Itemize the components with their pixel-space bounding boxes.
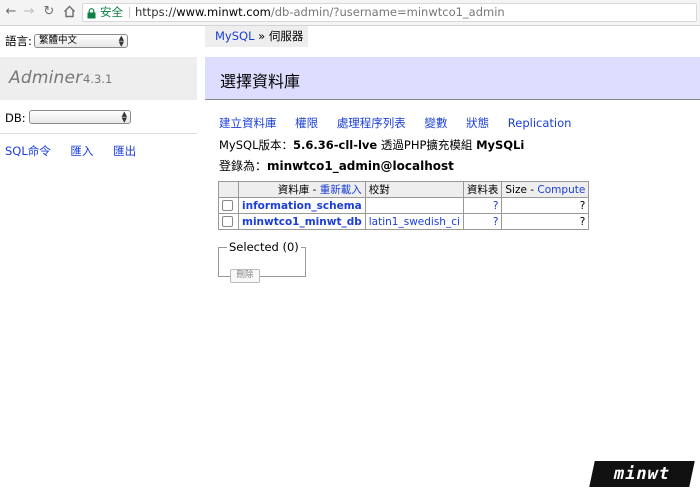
table-row: minwtco1_minwt_db latin1_swedish_ci ? ?	[218, 213, 590, 230]
login-value: minwtco1_admin@localhost	[267, 159, 454, 173]
divider	[0, 133, 197, 134]
language-select[interactable]: 繁體中文 ▲ ▼	[34, 34, 128, 48]
table-row: information_schema ? ?	[218, 197, 590, 214]
col-database-label: 資料庫	[277, 184, 310, 196]
status-link[interactable]: 狀態	[466, 116, 489, 130]
secure-label: 安全	[100, 5, 123, 19]
select-all-cell	[218, 181, 239, 198]
refresh-link[interactable]: 重新載入	[320, 184, 362, 196]
forward-icon[interactable]: →	[21, 4, 37, 20]
app-logo[interactable]: Adminer	[9, 68, 82, 88]
database-name: information_schema	[238, 197, 366, 214]
reload-icon[interactable]: ↻	[41, 4, 57, 20]
breadcrumb: MySQL » 伺服器	[205, 26, 308, 47]
database-link[interactable]: information_schema	[242, 200, 362, 212]
home-icon[interactable]	[61, 4, 77, 20]
breadcrumb-current: 伺服器	[268, 29, 304, 43]
privileges-link[interactable]: 權限	[295, 116, 318, 130]
row-checkbox[interactable]	[222, 200, 233, 211]
language-label: 語言:	[5, 34, 32, 48]
version-label: MySQL版本：	[219, 138, 293, 152]
breadcrumb-separator: »	[254, 29, 269, 43]
export-link[interactable]: 匯出	[113, 144, 136, 158]
extension-value: MySQLi	[476, 138, 525, 152]
tables-count-link[interactable]: ?	[493, 200, 499, 212]
col-size-label: Size	[505, 183, 527, 196]
import-link[interactable]: 匯入	[70, 144, 93, 158]
browser-toolbar: ← → ↻ 安全 https://www.minwt.com/db-admin/…	[0, 0, 700, 26]
page-heading: 選擇資料庫	[205, 57, 700, 100]
row-checkbox-cell	[218, 197, 239, 214]
database-table: 資料庫 - 重新載入 校對 資料表 Size - Compute informa…	[218, 181, 590, 230]
version-value: 5.6.36-cll-lve	[293, 138, 378, 152]
back-icon[interactable]: ←	[3, 4, 19, 20]
variables-link[interactable]: 變數	[424, 116, 447, 130]
watermark-logo: minwt	[589, 461, 695, 487]
login-line: 登錄為：minwtco1_admin@localhost	[219, 157, 454, 174]
breadcrumb-mysql-link[interactable]: MySQL	[215, 29, 255, 43]
address-bar[interactable]: 安全 https://www.minwt.com/db-admin/?usern…	[82, 3, 697, 22]
row-checkbox-cell	[218, 213, 239, 230]
tables-cell: ?	[462, 213, 503, 230]
col-collation: 校對	[364, 181, 464, 198]
size-cell: ?	[501, 197, 590, 214]
divider	[129, 7, 130, 18]
url-text[interactable]: https://www.minwt.com/db-admin/?username…	[135, 4, 505, 21]
selected-legend: Selected (0)	[229, 240, 299, 254]
url-path: /db-admin/?username=minwtco1_admin	[270, 5, 505, 19]
sidebar-links: SQL命令 匯入 匯出	[5, 143, 152, 159]
col-tables: 資料表	[462, 181, 503, 198]
login-label: 登錄為：	[219, 159, 268, 173]
via-label: 透過PHP擴充模組	[377, 138, 477, 152]
process-list-link[interactable]: 處理程序列表	[337, 116, 406, 130]
size-cell: ?	[501, 213, 590, 230]
compute-link[interactable]: Compute	[537, 184, 585, 196]
tables-cell: ?	[462, 197, 503, 214]
language-select-value: 繁體中文	[39, 35, 78, 46]
mysql-version-line: MySQL版本：5.6.36-cll-lve 透過PHP擴充模組 MySQLi	[219, 137, 524, 153]
create-database-link[interactable]: 建立資料庫	[219, 116, 277, 130]
collation-cell: latin1_swedish_ci	[364, 213, 464, 230]
tables-count-link[interactable]: ?	[493, 216, 499, 228]
col-size: Size - Compute	[501, 181, 590, 198]
select-arrows-icon: ▲ ▼	[121, 110, 127, 124]
table-header-row: 資料庫 - 重新載入 校對 資料表 Size - Compute	[218, 181, 590, 198]
db-label: DB:	[5, 111, 26, 125]
selected-fieldset: Selected (0) 刪除	[218, 240, 306, 283]
sql-command-link[interactable]: SQL命令	[5, 144, 51, 158]
row-checkbox[interactable]	[222, 216, 233, 227]
delete-button[interactable]: 刪除	[230, 269, 260, 283]
collation-cell	[364, 197, 464, 214]
select-arrows-icon: ▲ ▼	[118, 34, 124, 48]
collation-link[interactable]: latin1_swedish_ci	[369, 216, 460, 228]
server-links: 建立資料庫 權限 處理程序列表 變數 狀態 Replication	[219, 115, 586, 131]
database-name: minwtco1_minwt_db	[238, 213, 366, 230]
col-database: 資料庫 - 重新載入	[238, 181, 366, 198]
col-dash: -	[309, 184, 320, 196]
url-host: www.minwt.com	[176, 5, 271, 19]
replication-link[interactable]: Replication	[508, 116, 572, 130]
page-title: 選擇資料庫	[220, 72, 301, 91]
db-select[interactable]: ▲ ▼	[29, 110, 131, 124]
app-version[interactable]: 4.3.1	[83, 72, 112, 86]
lock-icon	[87, 7, 96, 21]
database-link[interactable]: minwtco1_minwt_db	[242, 216, 362, 228]
url-scheme: https://	[135, 5, 177, 19]
